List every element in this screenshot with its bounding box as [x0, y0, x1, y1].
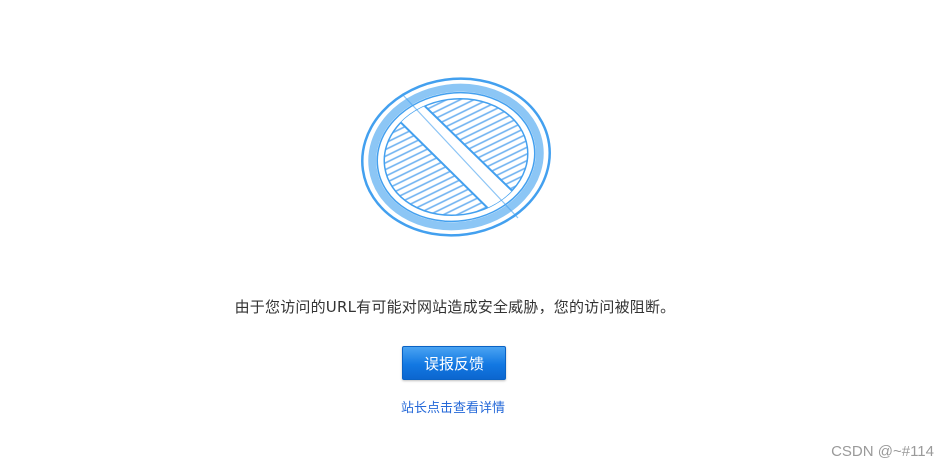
block-message: 由于您访问的URL有可能对网站造成安全威胁，您的访问被阻断。 — [234, 298, 676, 316]
webmaster-details-link[interactable]: 站长点击查看详情 — [0, 397, 906, 416]
false-positive-feedback-button[interactable]: 误报反馈 — [402, 346, 506, 380]
csdn-watermark: CSDN @~#114 — [831, 443, 934, 460]
blocked-icon — [358, 72, 554, 242]
